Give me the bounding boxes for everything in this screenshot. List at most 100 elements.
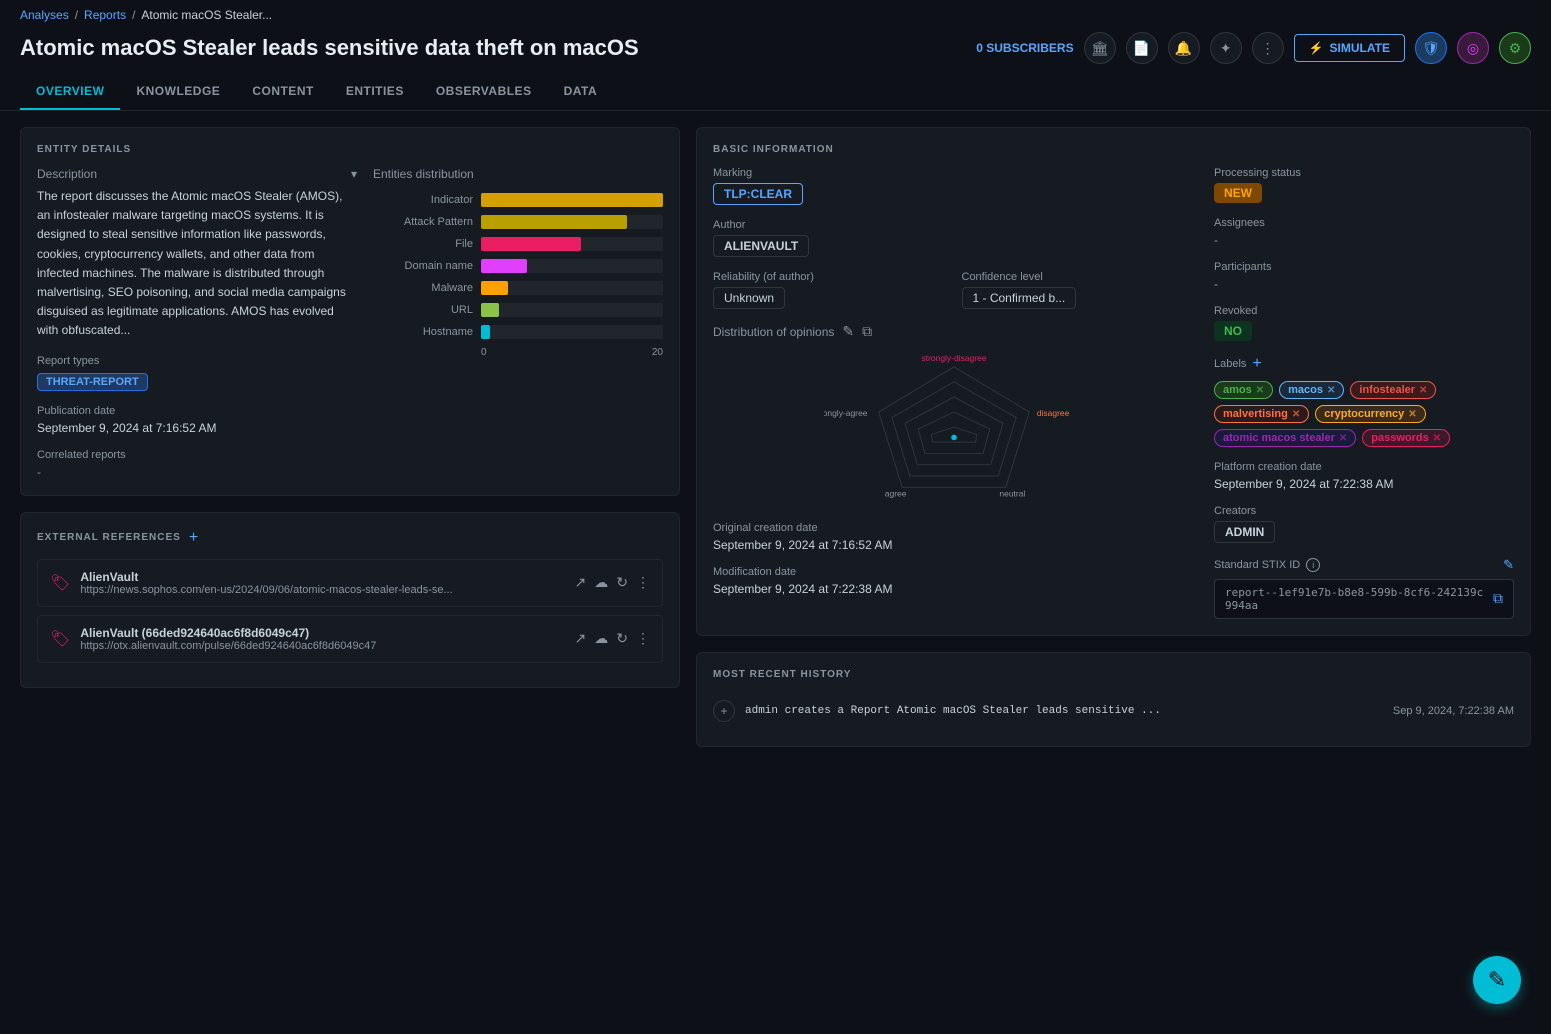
label-tags: amos✕macos✕infostealer✕malvertising✕cryp… [1214,381,1514,447]
sync-icon[interactable]: ↻ [616,574,628,591]
participants-section: Participants - [1214,261,1514,291]
add-label-icon[interactable]: + [1252,355,1261,373]
ext-ref-item: 🏷 AlienVault https://news.sophos.com/en-… [37,559,663,607]
unknown-badge[interactable]: Unknown [713,287,785,309]
history-card: MOST RECENT HISTORY + admin creates a Re… [696,652,1531,747]
label-tag-amos[interactable]: amos ✕ [1214,381,1273,399]
tab-data[interactable]: DATA [548,74,614,110]
remove-label-icon[interactable]: ✕ [1256,385,1264,396]
chevron-down-icon[interactable]: ▾ [351,167,357,181]
dist-bar-label: Hostname [373,326,473,338]
export-icon[interactable]: ↗ [575,630,587,647]
tab-overview[interactable]: OVERVIEW [20,74,120,110]
remove-label-icon[interactable]: ✕ [1327,385,1335,396]
remove-label-icon[interactable]: ✕ [1419,385,1427,396]
more-icon-btn[interactable]: ⋮ [1252,32,1284,64]
building-icon-btn[interactable]: 🏛 [1084,32,1116,64]
marking-badge[interactable]: TLP:CLEAR [713,183,803,205]
reliability-label: Reliability (of author) [713,271,946,283]
stix-label: Standard STIX ID [1214,559,1300,571]
proc-status-badge[interactable]: NEW [1214,183,1262,203]
document-icon-btn[interactable]: 📄 [1126,32,1158,64]
label-tag-passwords[interactable]: passwords ✕ [1362,429,1450,447]
label-text: passwords [1371,432,1428,444]
pub-date-val: September 9, 2024 at 7:16:52 AM [37,421,357,435]
edit-opinions-icon[interactable]: ✎ [842,323,854,340]
stix-id-box: report--1ef91e7b-b8e8-599b-8cf6-242139c9… [1214,579,1514,619]
basic-info-label: BASIC INFORMATION [713,144,1514,155]
tag-icon: 🏷 [50,629,70,649]
label-text: malvertising [1223,408,1288,420]
copy-icon[interactable]: ⧉ [1493,591,1503,607]
basic-info-grid: Marking TLP:CLEAR Author ALIENVAULT Reli… [713,167,1514,619]
labels-section: Labels + amos✕macos✕infostealer✕malverti… [1214,355,1514,447]
svg-text:strongly-disagree: strongly-disagree [921,353,986,363]
upload-icon[interactable]: ☁ [594,574,608,591]
add-ext-ref-icon[interactable]: + [189,529,198,547]
dist-bar-row: URL [373,303,663,317]
more-icon[interactable]: ⋮ [636,574,650,591]
label-text: amos [1223,384,1252,396]
export-icon[interactable]: ↗ [575,574,587,591]
confidence-badge[interactable]: 1 - Confirmed b... [962,287,1077,309]
breadcrumb-current: Atomic macOS Stealer... [141,8,272,22]
right-panel: BASIC INFORMATION Marking TLP:CLEAR Auth… [696,127,1531,747]
revoked-badge[interactable]: NO [1214,321,1252,341]
tab-knowledge[interactable]: KNOWLEDGE [120,74,236,110]
settings-icon-btn[interactable]: ⚙ [1499,32,1531,64]
stix-edit-icon[interactable]: ✎ [1503,557,1514,573]
external-refs-card: EXTERNAL REFERENCES + 🏷 AlienVault https… [20,512,680,688]
fab-edit-button[interactable]: ✎ [1473,956,1521,1004]
dist-axis: 0 20 [373,347,663,358]
report-type-tag[interactable]: THREAT-REPORT [37,373,148,391]
breadcrumb-reports[interactable]: Reports [84,8,126,22]
label-tag-infostealer[interactable]: infostealer✕ [1350,381,1436,399]
more-icon[interactable]: ⋮ [636,630,650,647]
participants-val: - [1214,277,1514,291]
remove-label-icon[interactable]: ✕ [1339,433,1347,444]
dist-bar-label: Domain name [373,260,473,272]
entity-details-label: ENTITY DETAILS [37,144,663,155]
tabs: OVERVIEW KNOWLEDGE CONTENT ENTITIES OBSE… [20,74,613,110]
upload-icon[interactable]: ☁ [594,630,608,647]
dist-bar-row: Indicator [373,193,663,207]
simulate-button[interactable]: ⚡ SIMULATE [1294,34,1405,62]
label-tag-macos[interactable]: macos✕ [1279,381,1344,399]
confidence-block: Confidence level 1 - Confirmed b... [962,271,1195,309]
subscribers-badge[interactable]: 0 SUBSCRIBERS [976,41,1073,55]
tab-entities[interactable]: ENTITIES [330,74,420,110]
orig-creation-val: September 9, 2024 at 7:16:52 AM [713,538,1194,552]
tab-content[interactable]: CONTENT [236,74,330,110]
label-text: atomic macos stealer [1223,432,1335,444]
target-icon-btn[interactable]: ◎ [1457,32,1489,64]
modification-section: Modification date September 9, 2024 at 7… [713,566,1194,596]
author-badge[interactable]: ALIENVAULT [713,235,809,257]
creators-section: Creators ADMIN [1214,505,1514,543]
remove-label-icon[interactable]: ✕ [1433,433,1441,444]
platform-creation-label: Platform creation date [1214,461,1514,473]
dist-bar-fill [481,259,527,273]
label-tag-cryptocurrency[interactable]: cryptocurrency✕ [1315,405,1425,423]
stix-info-icon[interactable]: i [1306,558,1320,572]
radar-chart: strongly-disagree disagree neutral agree… [824,348,1084,508]
stix-id-val: report--1ef91e7b-b8e8-599b-8cf6-242139c9… [1225,586,1485,612]
description-label: Description [37,167,97,181]
tab-observables[interactable]: OBSERVABLES [420,74,548,110]
stix-header: Standard STIX ID i ✎ [1214,557,1514,573]
orig-creation-section: Original creation date September 9, 2024… [713,522,1194,552]
entity-right: Entities distribution Indicator Attack P… [373,167,663,479]
ext-refs-header: EXTERNAL REFERENCES + [37,529,663,547]
history-time: Sep 9, 2024, 7:22:38 AM [1393,705,1514,717]
label-tag-atomic-macos-stealer[interactable]: atomic macos stealer ✕ [1214,429,1356,447]
ext-ref-info: AlienVault (66ded924640ac6f8d6049c47) ht… [80,626,564,652]
label-tag-malvertising[interactable]: malvertising ✕ [1214,405,1309,423]
expand-icon-btn[interactable]: ✦ [1210,32,1242,64]
sync-icon[interactable]: ↻ [616,630,628,647]
bell-icon-btn[interactable]: 🔔 [1168,32,1200,64]
remove-label-icon[interactable]: ✕ [1292,409,1300,420]
shield-icon-btn[interactable]: 🛡 [1415,32,1447,64]
breadcrumb-analyses[interactable]: Analyses [20,8,69,22]
share-opinions-icon[interactable]: ⧉ [862,323,872,340]
creators-badge[interactable]: ADMIN [1214,521,1275,543]
remove-label-icon[interactable]: ✕ [1408,409,1416,420]
